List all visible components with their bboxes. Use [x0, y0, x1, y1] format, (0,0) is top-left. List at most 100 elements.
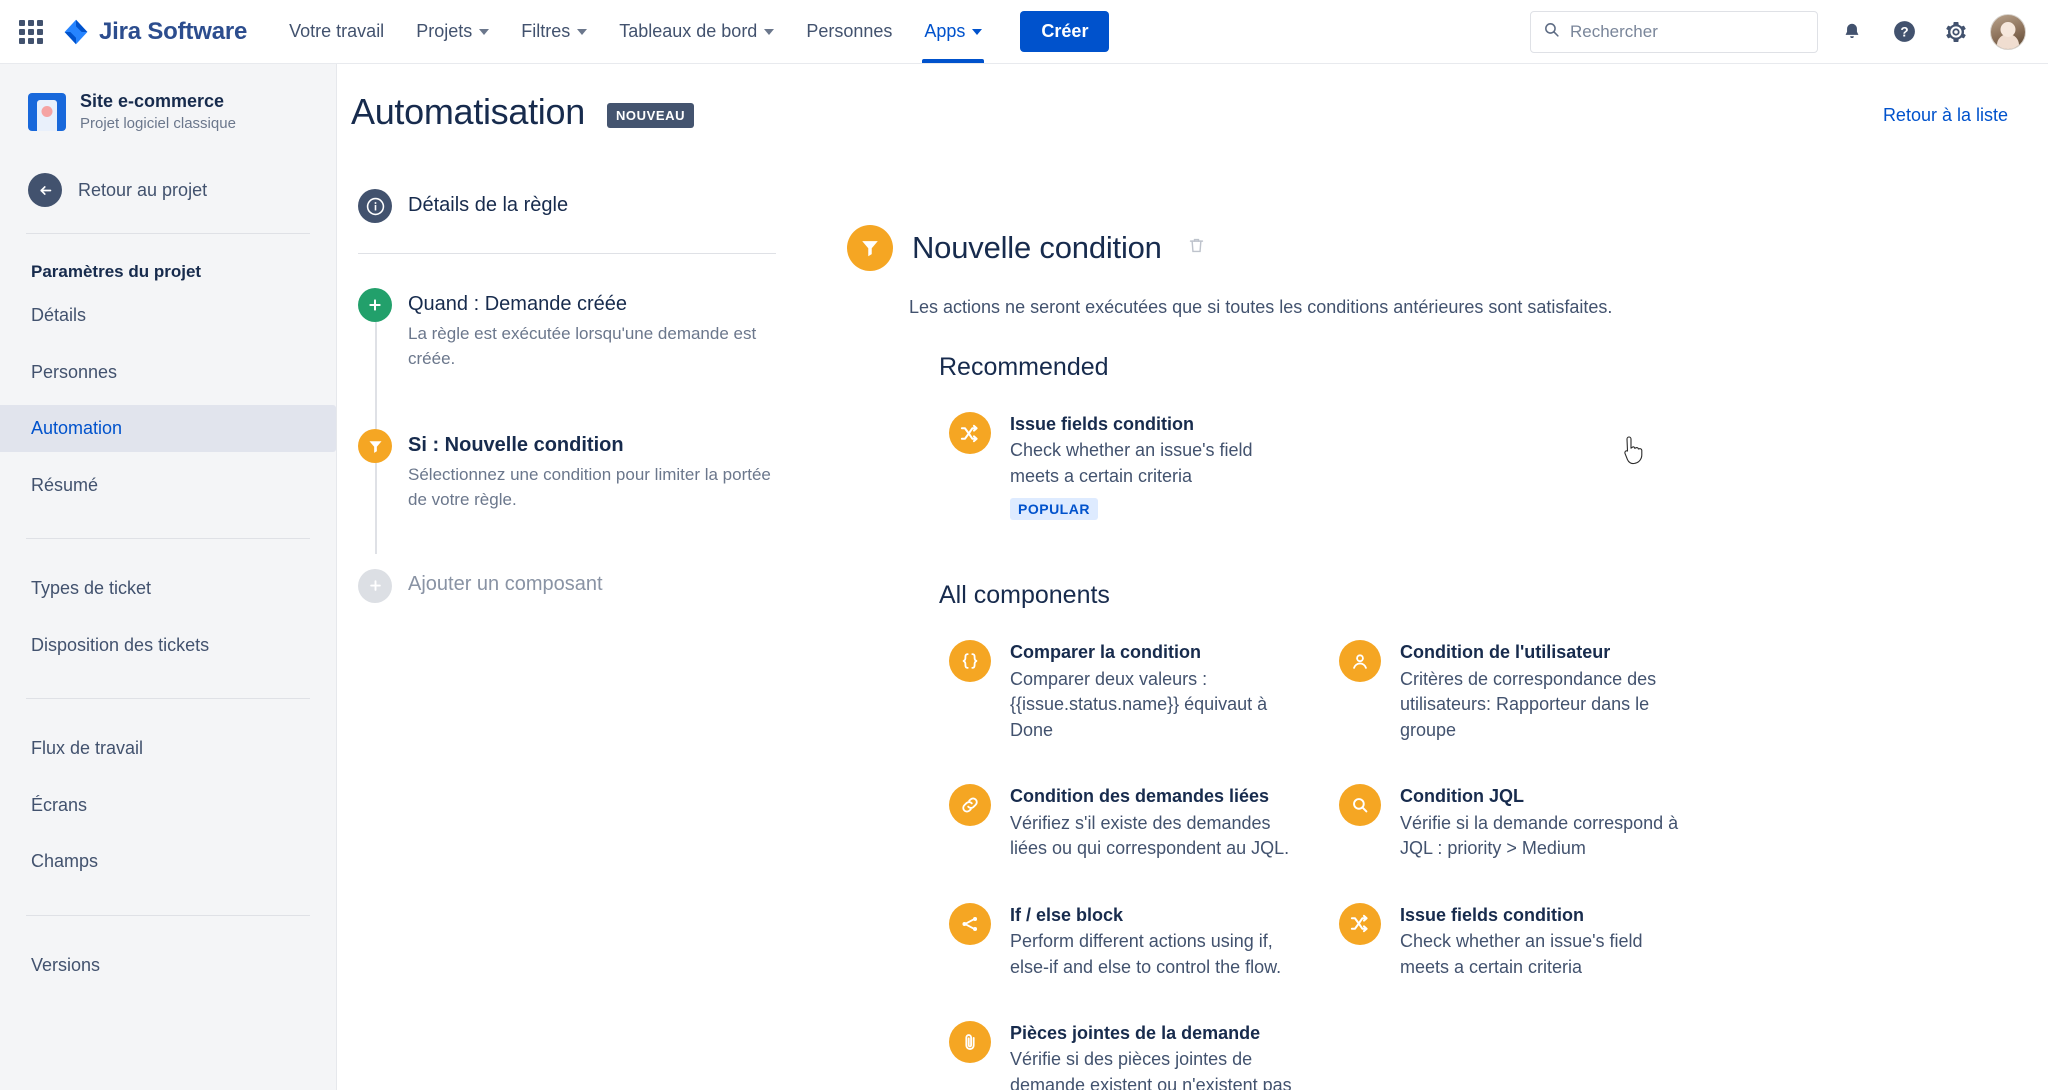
nav-item-tableaux-de-bord[interactable]: Tableaux de bord	[603, 0, 790, 63]
sidebar-item-ecrans[interactable]: Écrans	[0, 782, 336, 829]
nav-label: Projets	[416, 21, 473, 41]
settings-gear-icon[interactable]	[1938, 14, 1974, 50]
apps-grid-icon[interactable]	[14, 15, 48, 49]
project-name: Site e-commerce	[80, 91, 225, 111]
rule-builder-panel: Détails de la règle Quand : Demande créé…	[351, 133, 781, 1090]
rule-node-condition[interactable]: Si : Nouvelle condition Sélectionnez une…	[351, 429, 781, 512]
search-box[interactable]	[1530, 10, 1818, 53]
main-content: Automatisation NOUVEAU Retour à la liste	[337, 64, 2048, 1090]
nav-item-apps[interactable]: Apps	[908, 0, 998, 63]
all-components-section-title: All components	[939, 581, 1110, 610]
component-card-issue-fields-condition-all[interactable]: Issue fields condition Check whether an …	[1329, 889, 1701, 993]
sidebar-item-details[interactable]: Détails	[0, 292, 336, 339]
sidebar-group-tickets: Types de ticket Disposition des tickets	[0, 539, 336, 668]
rule-details-node[interactable]: Détails de la règle	[351, 189, 781, 223]
jira-logo-icon	[62, 18, 90, 46]
nav-label: Votre travail	[289, 21, 385, 41]
back-to-list-link[interactable]: Retour à la liste	[1883, 105, 2008, 126]
add-component-row[interactable]: Ajouter un composant	[351, 568, 781, 603]
user-icon	[1339, 640, 1381, 683]
search-circle-icon	[1339, 784, 1381, 827]
notifications-icon[interactable]	[1834, 14, 1870, 50]
component-card-issue-fields-condition[interactable]: Issue fields condition Check whether an …	[939, 398, 1311, 533]
component-description: Vérifiez s'il existe des demandes liées …	[1010, 812, 1290, 859]
project-header[interactable]: Site e-commerce Projet logiciel classiqu…	[0, 90, 336, 133]
create-button[interactable]: Créer	[1020, 11, 1110, 52]
components-column-left: Comparer la condition Comparer deux vale…	[939, 626, 1329, 1090]
builder-divider	[358, 253, 776, 254]
nav-item-filtres[interactable]: Filtres	[505, 0, 603, 63]
recommended-section-title: Recommended	[939, 353, 1109, 381]
back-to-project-link[interactable]: Retour au projet	[0, 173, 336, 207]
new-badge: NOUVEAU	[606, 102, 695, 128]
component-name: Issue fields condition	[1400, 904, 1585, 925]
help-icon[interactable]: ?	[1886, 14, 1922, 50]
components-column-right: Condition de l'utilisateur Critères de c…	[1329, 626, 1719, 1090]
sidebar-group-settings: Détails Personnes Automation Résumé	[0, 292, 336, 508]
sidebar-item-automation[interactable]: Automation	[0, 405, 336, 452]
component-card-comparer-la-condition[interactable]: Comparer la condition Comparer deux vale…	[939, 626, 1311, 756]
component-card-if-else-block[interactable]: If / else block Perform different action…	[939, 889, 1311, 993]
condition-filter-icon	[358, 429, 392, 464]
sidebar-item-types-de-ticket[interactable]: Types de ticket	[0, 565, 336, 612]
component-name: If / else block	[1010, 904, 1124, 925]
component-card-condition-de-l-utilisateur[interactable]: Condition de l'utilisateur Critères de c…	[1329, 626, 1701, 756]
component-description: Perform different actions using if, else…	[1010, 931, 1282, 977]
chevron-down-icon	[764, 28, 775, 35]
search-input[interactable]	[1570, 21, 1805, 42]
condition-detail-panel: Nouvelle condition Les actions ne seront…	[781, 133, 2048, 1090]
popular-badge: POPULAR	[1010, 498, 1098, 521]
component-name: Issue fields condition	[1010, 414, 1195, 434]
component-card-pieces-jointes-de-la-demande[interactable]: Pièces jointes de la demande Vérifie si …	[939, 1007, 1311, 1090]
sidebar-item-flux-de-travail[interactable]: Flux de travail	[0, 725, 336, 772]
primary-nav: Votre travail Projets Filtres Tableaux d…	[273, 0, 998, 63]
condition-subtitle: Les actions ne seront exécutées que si t…	[909, 297, 1613, 317]
project-type: Projet logiciel classique	[80, 114, 236, 132]
sidebar-item-personnes[interactable]: Personnes	[0, 349, 336, 396]
back-to-project-label: Retour au projet	[78, 179, 208, 200]
component-description: Critères de correspondance des utilisate…	[1400, 668, 1657, 740]
sidebar-group-versions: Versions	[0, 916, 336, 989]
component-description: Comparer deux valeurs : {{issue.status.n…	[1010, 668, 1268, 740]
top-navigation-bar: Jira Software Votre travail Projets Filt…	[0, 0, 2048, 64]
nav-right-actions: ?	[1530, 10, 2026, 53]
component-name: Comparer la condition	[1010, 642, 1202, 663]
nav-item-votre-travail[interactable]: Votre travail	[273, 0, 400, 63]
user-avatar[interactable]	[1990, 13, 2026, 50]
app-shell: Site e-commerce Projet logiciel classiqu…	[0, 64, 2048, 1090]
sidebar-item-champs[interactable]: Champs	[0, 838, 336, 885]
svg-text:?: ?	[1900, 25, 1908, 40]
paperclip-icon	[949, 1021, 991, 1064]
component-card-condition-jql[interactable]: Condition JQL Vérifie si la demande corr…	[1329, 770, 1701, 874]
brand-title: Jira Software	[99, 17, 248, 45]
info-icon	[358, 189, 392, 223]
shuffle-icon	[949, 412, 991, 454]
chevron-down-icon	[479, 28, 490, 35]
component-description: Vérifie si des pièces jointes de demande…	[1010, 1049, 1292, 1090]
sidebar-item-versions[interactable]: Versions	[0, 942, 336, 989]
sidebar-item-resume[interactable]: Résumé	[0, 462, 336, 509]
search-icon	[1543, 21, 1560, 43]
nav-label: Personnes	[806, 21, 893, 41]
braces-icon	[949, 640, 991, 683]
nav-item-personnes[interactable]: Personnes	[790, 0, 908, 63]
condition-title: Nouvelle condition	[912, 230, 1162, 265]
component-description: Check whether an issue's field meets a c…	[1400, 931, 1643, 977]
component-name: Condition de l'utilisateur	[1400, 642, 1611, 663]
shuffle-icon	[1339, 902, 1381, 945]
trigger-plus-icon	[358, 288, 392, 322]
node-description: Sélectionnez une condition pour limiter …	[408, 465, 771, 509]
rule-details-label: Détails de la règle	[408, 194, 569, 216]
component-description: Vérifie si la demande correspond à JQL :…	[1400, 812, 1679, 859]
project-sidebar: Site e-commerce Projet logiciel classiqu…	[0, 64, 337, 1090]
sidebar-item-disposition-des-tickets[interactable]: Disposition des tickets	[0, 622, 336, 669]
nav-item-projets[interactable]: Projets	[400, 0, 505, 63]
page-title: Automatisation	[351, 91, 585, 132]
component-card-condition-des-demandes-liees[interactable]: Condition des demandes liées Vérifiez s'…	[939, 770, 1311, 874]
component-name: Condition des demandes liées	[1010, 786, 1270, 807]
jira-brand-logo[interactable]: Jira Software	[62, 18, 247, 46]
condition-header: Nouvelle condition	[847, 225, 2048, 271]
rule-node-trigger[interactable]: Quand : Demande créée La règle est exécu…	[351, 288, 781, 371]
condition-filter-icon	[847, 225, 893, 271]
trash-icon[interactable]	[1187, 236, 1206, 260]
